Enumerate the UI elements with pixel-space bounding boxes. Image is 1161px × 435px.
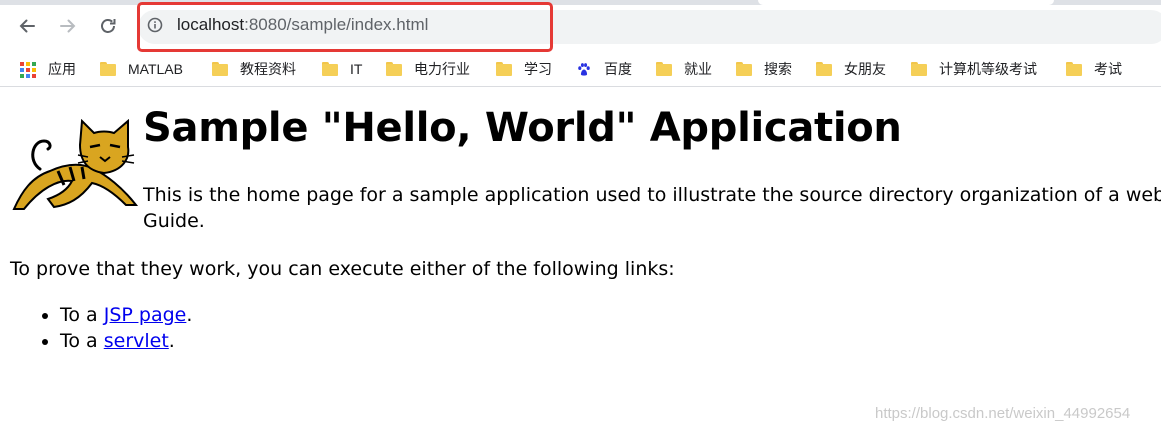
page-content: Sample "Hello, World" Application This i… [0, 87, 1161, 435]
browser-toolbar: localhost:8080/sample/index.html [0, 0, 1161, 52]
bookmark-it[interactable]: IT [322, 60, 362, 78]
folder-icon [386, 62, 402, 76]
bookmark-label: 就业 [684, 61, 712, 77]
baidu-paw-icon [578, 63, 590, 76]
bookmark-computer-exam[interactable]: 计算机等级考试 [911, 60, 1037, 78]
link-suffix: . [168, 330, 175, 352]
bookmark-jobs[interactable]: 就业 [656, 60, 712, 78]
bookmark-label: 女朋友 [844, 61, 886, 77]
intro-line-1: This is the home page for a sample appli… [143, 184, 1161, 206]
list-item: To a JSP page. [60, 302, 192, 328]
bookmark-apps[interactable]: 应用 [20, 60, 76, 78]
bookmark-label: MATLAB [128, 61, 183, 77]
reload-icon [101, 19, 116, 33]
bookmark-label: IT [350, 61, 363, 77]
watermark: https://blog.csdn.net/weixin_44992654 [875, 405, 1131, 422]
apps-grid-icon [20, 62, 36, 78]
list-item: To a servlet. [60, 328, 192, 354]
folder-icon [212, 62, 228, 76]
bookmark-label: 百度 [604, 61, 632, 77]
forward-arrow-icon [60, 19, 76, 33]
folder-icon [911, 62, 927, 76]
folder-icon [100, 62, 116, 76]
bookmark-search[interactable]: 搜索 [736, 60, 792, 78]
folder-icon [736, 62, 752, 76]
bookmark-tutorials[interactable]: 教程资料 [212, 60, 296, 78]
bookmark-girlfriend[interactable]: 女朋友 [816, 60, 886, 78]
bookmark-study[interactable]: 学习 [496, 60, 552, 78]
bookmark-label: 学习 [524, 61, 552, 77]
bookmark-label: 教程资料 [240, 61, 296, 77]
reload-button[interactable] [95, 13, 121, 39]
forward-button[interactable] [55, 13, 81, 39]
folder-icon [496, 62, 512, 76]
servlet-link[interactable]: servlet [104, 330, 169, 352]
bookmark-label: 电力行业 [414, 61, 470, 77]
bookmark-label: 计算机等级考试 [939, 61, 1037, 77]
link-prefix: To a [60, 304, 104, 326]
back-arrow-icon [19, 19, 35, 33]
jsp-page-link[interactable]: JSP page [104, 304, 187, 326]
links-list: To a JSP page. To a servlet. [0, 302, 192, 354]
bookmark-baidu[interactable]: 百度 [576, 60, 632, 78]
page-title: Sample "Hello, World" Application [143, 105, 902, 151]
bookmark-power-industry[interactable]: 电力行业 [386, 60, 470, 78]
intro-paragraph: This is the home page for a sample appli… [143, 182, 1161, 234]
link-prefix: To a [60, 330, 104, 352]
url-highlight-box [137, 2, 553, 52]
intro-line-2: Guide. [143, 210, 205, 232]
prove-paragraph: To prove that they work, you can execute… [10, 258, 675, 280]
bookmarks-bar: 应用 MATLAB 教程资料 IT 电力行业 学习 百度 就业 搜索 女朋友 计… [0, 52, 1161, 87]
active-tab-edge [758, 0, 1054, 5]
bookmark-label: 应用 [48, 61, 76, 77]
bookmark-exam[interactable]: 考试 [1066, 60, 1122, 78]
folder-icon [1066, 62, 1082, 76]
folder-icon [656, 62, 672, 76]
bookmark-label: 考试 [1094, 61, 1122, 77]
folder-icon [816, 62, 832, 76]
link-suffix: . [186, 304, 193, 326]
tomcat-logo [12, 119, 139, 210]
bookmark-label: 搜索 [764, 61, 792, 77]
bookmark-matlab[interactable]: MATLAB [100, 60, 183, 78]
folder-icon [322, 62, 338, 76]
back-button[interactable] [14, 13, 40, 39]
